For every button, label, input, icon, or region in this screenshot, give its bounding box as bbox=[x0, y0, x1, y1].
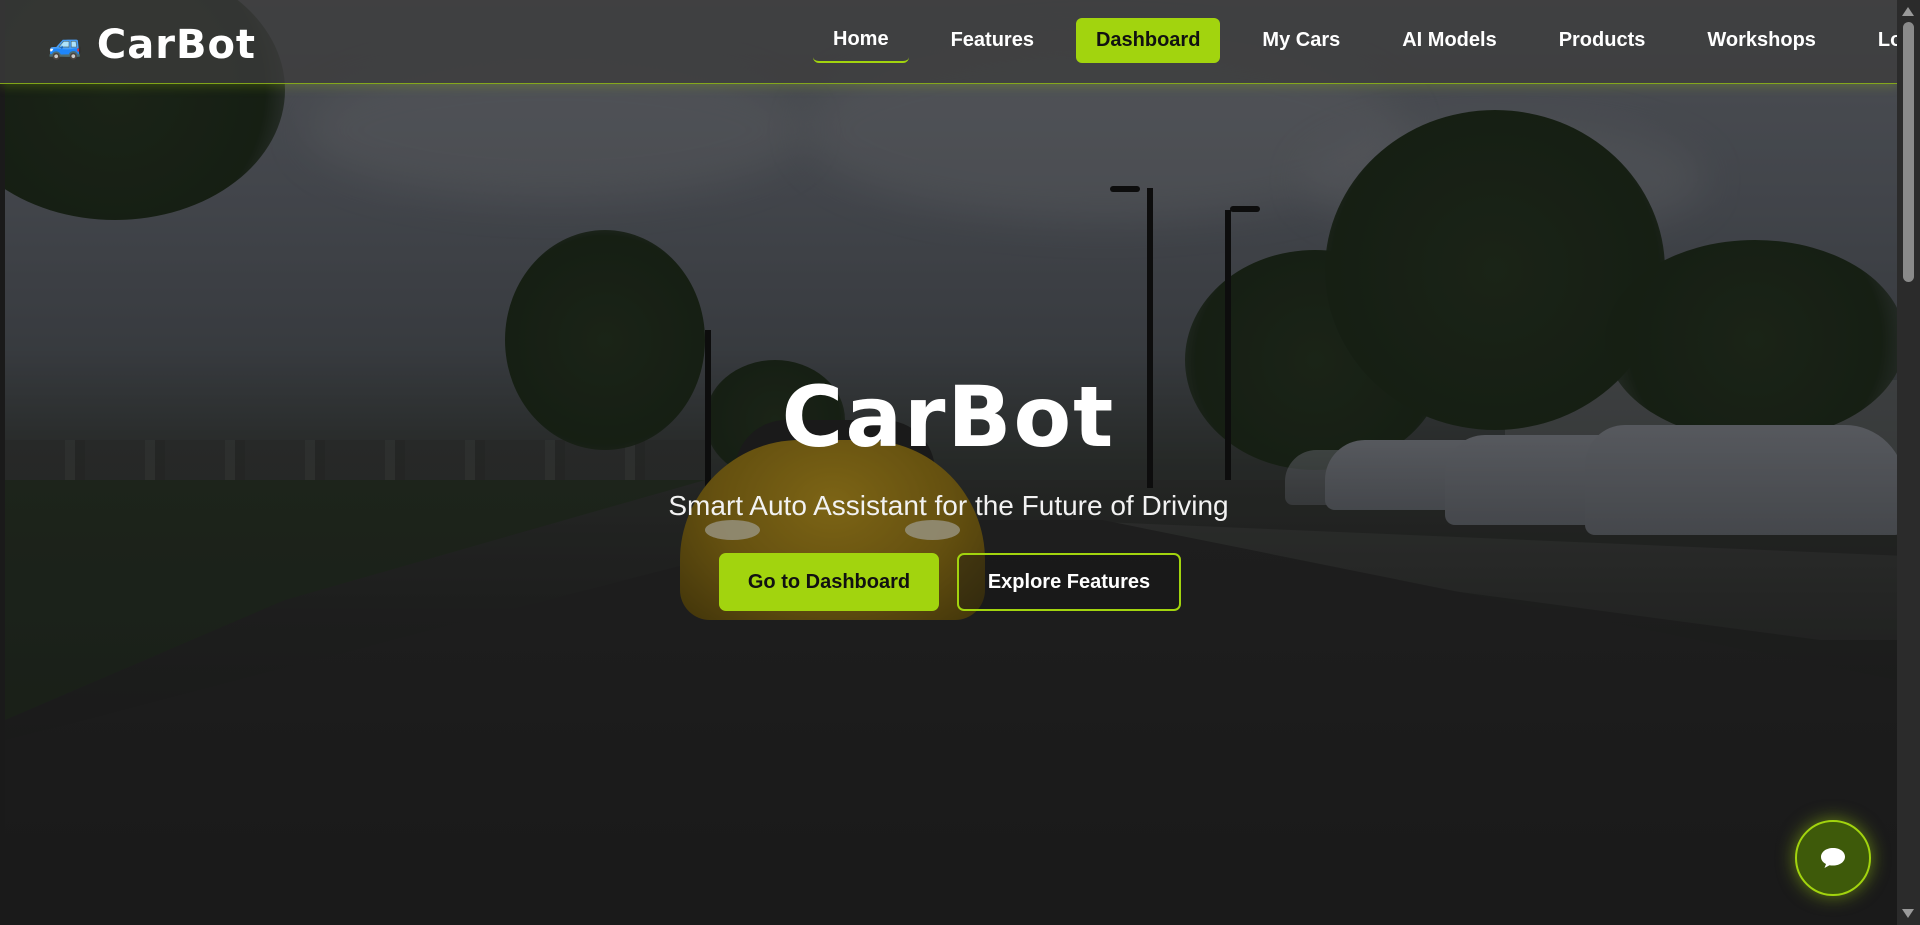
chat-bubble-icon bbox=[1821, 848, 1845, 868]
hero-subtitle: Smart Auto Assistant for the Future of D… bbox=[668, 490, 1229, 521]
nav-item-features[interactable]: Features bbox=[931, 18, 1054, 63]
main-nav: Home Features Dashboard My Cars AI Model… bbox=[813, 18, 1920, 63]
scroll-down-arrow-icon[interactable] bbox=[1902, 909, 1914, 918]
brand-logo[interactable]: 🚙 CarBot bbox=[48, 22, 256, 68]
brand-name: CarBot bbox=[96, 22, 257, 68]
explore-features-button[interactable]: Explore Features bbox=[957, 553, 1181, 611]
scroll-thumb[interactable] bbox=[1903, 22, 1914, 282]
top-navbar: 🚙 CarBot Home Features Dashboard My Cars… bbox=[0, 0, 1915, 84]
car-icon: 🚙 bbox=[48, 29, 83, 60]
hero-actions: Go to Dashboard Explore Features bbox=[719, 553, 1181, 611]
nav-item-ai-models[interactable]: AI Models bbox=[1382, 18, 1516, 63]
nav-item-products[interactable]: Products bbox=[1539, 18, 1666, 63]
hero-title: CarBot bbox=[781, 368, 1116, 466]
nav-item-home[interactable]: Home bbox=[813, 18, 909, 63]
nav-item-workshops[interactable]: Workshops bbox=[1687, 18, 1836, 63]
page-scrollbar[interactable] bbox=[1897, 0, 1920, 925]
scroll-up-arrow-icon[interactable] bbox=[1902, 7, 1914, 16]
nav-item-dashboard[interactable]: Dashboard bbox=[1075, 18, 1221, 63]
nav-item-my-cars[interactable]: My Cars bbox=[1242, 18, 1360, 63]
chat-button[interactable] bbox=[1795, 820, 1871, 896]
go-to-dashboard-button[interactable]: Go to Dashboard bbox=[719, 553, 939, 611]
